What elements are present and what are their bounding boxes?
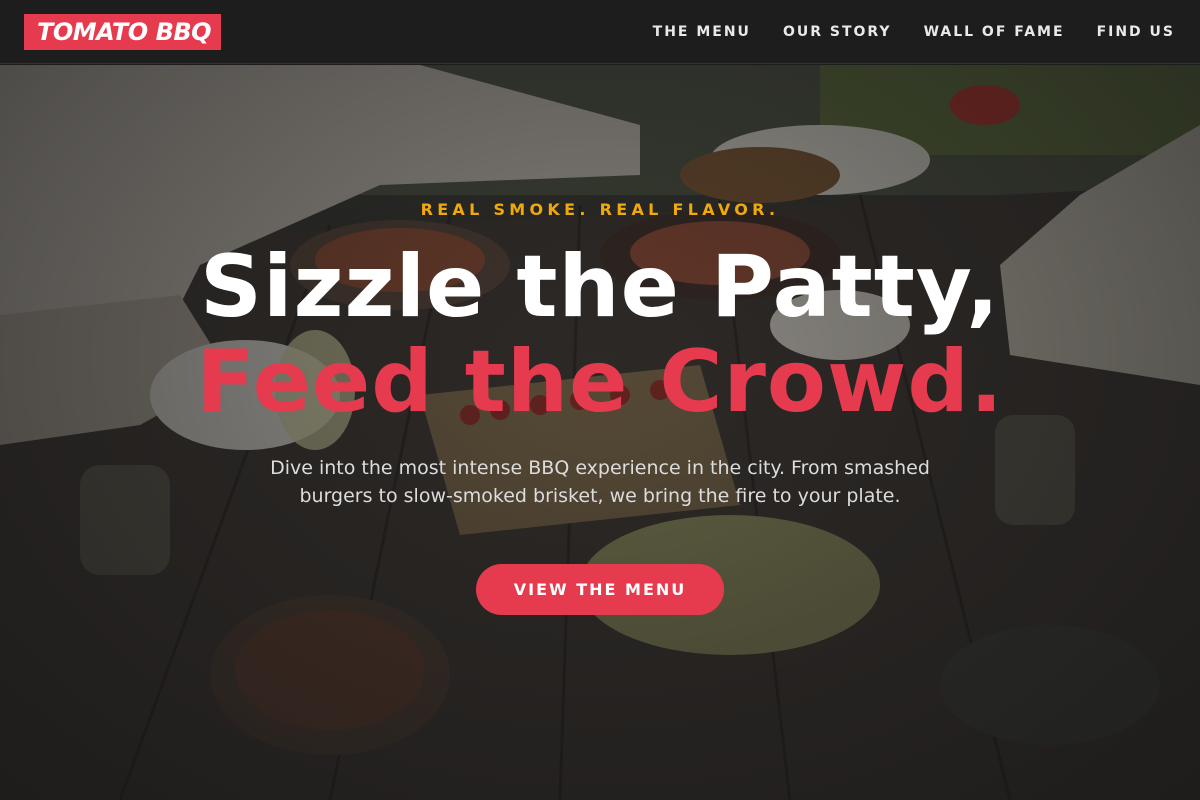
hero-headline-line2: Feed the Crowd. <box>196 332 1004 432</box>
hero-headline-line1: Sizzle the Patty, <box>200 237 1000 337</box>
nav-link-wall-of-fame[interactable]: WALL OF FAME <box>924 24 1065 40</box>
nav-link-find-us[interactable]: FIND US <box>1097 24 1175 40</box>
view-menu-button[interactable]: VIEW THE MENU <box>476 564 724 615</box>
main-nav: THE MENU OUR STORY WALL OF FAME FIND US <box>621 24 1175 40</box>
nav-link-the-menu[interactable]: THE MENU <box>653 24 751 40</box>
hero-overlay <box>0 65 1200 800</box>
site-header: TOMATO BBQ THE MENU OUR STORY WALL OF FA… <box>0 0 1200 64</box>
logo[interactable]: TOMATO BBQ <box>24 13 222 50</box>
nav-link-our-story[interactable]: OUR STORY <box>783 24 892 40</box>
hero-description: Dive into the most intense BBQ experienc… <box>270 457 930 507</box>
hero-background <box>0 65 1200 800</box>
hero-eyebrow: REAL SMOKE. REAL FLAVOR. <box>420 200 780 219</box>
